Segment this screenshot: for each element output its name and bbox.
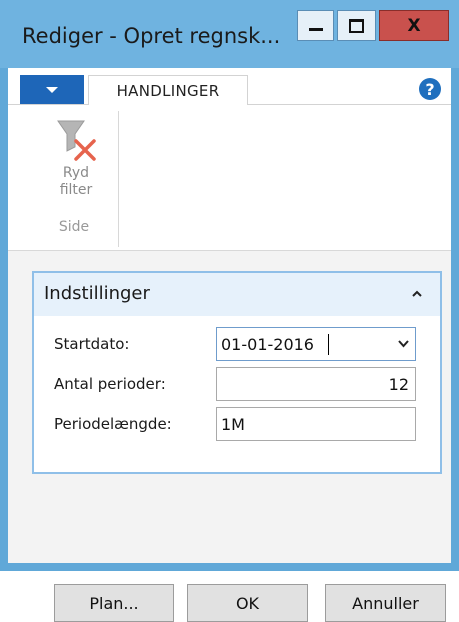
- close-icon: X: [407, 15, 421, 36]
- maximize-icon: [349, 18, 364, 33]
- clear-filter-button[interactable]: Ryd filter: [46, 111, 106, 209]
- startdato-label: Startdato:: [54, 335, 130, 353]
- window-title: Rediger - Opret regnsk...: [22, 24, 281, 48]
- dialog-window: Rediger - Opret regnsk... X HANDLINGER ?: [0, 0, 459, 622]
- periodelaengde-field[interactable]: 1M: [216, 407, 416, 441]
- client-area: HANDLINGER ? Ryd filter Side Indstilling…: [8, 68, 451, 622]
- clear-filter-label-line2: filter: [59, 182, 93, 198]
- content-area: Indstillinger Startdato: 01-01-2016 Anta…: [8, 251, 451, 622]
- startdato-field[interactable]: 01-01-2016: [216, 327, 416, 361]
- help-glyph: ?: [425, 79, 435, 99]
- antal-perioder-field[interactable]: 12: [216, 367, 416, 401]
- periodelaengde-label: Periodelængde:: [54, 415, 172, 433]
- ribbon-body: Ryd filter Side: [8, 105, 451, 251]
- ribbon-group-label: Side: [58, 219, 90, 235]
- minimize-icon: [308, 28, 323, 31]
- antal-perioder-value: 12: [388, 375, 409, 394]
- startdato-value: 01-01-2016: [221, 335, 314, 354]
- plan-button[interactable]: Plan...: [54, 584, 174, 622]
- application-menu-button[interactable]: [20, 75, 84, 104]
- antal-perioder-label: Antal perioder:: [54, 375, 166, 393]
- chevron-down-icon: [46, 86, 58, 93]
- clear-filter-label: Ryd filter: [46, 165, 106, 199]
- help-icon[interactable]: ?: [419, 78, 441, 100]
- clear-filter-label-line1: Ryd: [62, 165, 90, 181]
- minimize-button[interactable]: [297, 10, 334, 41]
- chevron-down-icon[interactable]: [398, 340, 409, 348]
- fasttab-title: Indstillinger: [44, 283, 150, 304]
- ribbon-group-side: Ryd filter Side: [38, 111, 119, 247]
- fasttab-indstillinger: Indstillinger Startdato: 01-01-2016 Anta…: [32, 271, 442, 474]
- ribbon-tab-strip: HANDLINGER ?: [8, 68, 451, 105]
- ok-button[interactable]: OK: [187, 584, 308, 622]
- title-bar[interactable]: Rediger - Opret regnsk... X: [0, 0, 459, 68]
- fasttab-header[interactable]: Indstillinger: [34, 273, 440, 316]
- tab-handlinger[interactable]: HANDLINGER: [88, 75, 248, 105]
- cancel-button[interactable]: Annuller: [325, 584, 446, 622]
- clear-filter-icon: [54, 117, 98, 161]
- tab-label: HANDLINGER: [116, 81, 220, 100]
- chevron-up-icon[interactable]: [412, 289, 422, 299]
- periodelaengde-value: 1M: [221, 415, 245, 434]
- maximize-button[interactable]: [337, 10, 376, 41]
- close-button[interactable]: X: [379, 10, 449, 41]
- text-cursor: [328, 334, 329, 355]
